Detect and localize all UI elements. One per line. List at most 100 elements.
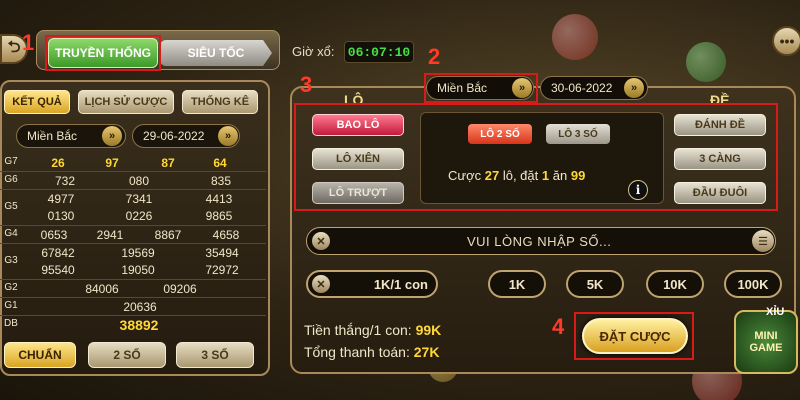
chevron-down-icon[interactable]: » bbox=[624, 78, 644, 98]
result-number: 7341 bbox=[125, 192, 153, 206]
result-number: 4413 bbox=[205, 192, 233, 206]
highlight-box-2 bbox=[424, 73, 538, 103]
draw-timer: 06:07:10 bbox=[344, 41, 414, 63]
lo-xien-button[interactable]: LÔ XIÊN bbox=[312, 148, 404, 170]
chat-icon: ••• bbox=[779, 33, 795, 49]
win-value: 99K bbox=[415, 322, 442, 338]
chevron-down-icon[interactable]: » bbox=[102, 126, 122, 146]
clear-amount-icon[interactable]: ✕ bbox=[312, 275, 330, 293]
row-label: G3 bbox=[4, 255, 18, 266]
row-label: G6 bbox=[4, 174, 18, 185]
bet-info-mid2: ăn bbox=[552, 168, 568, 183]
special-prize-number: 38892 bbox=[119, 317, 159, 333]
row-label: G7 bbox=[4, 156, 18, 167]
total-value: 27K bbox=[413, 344, 440, 360]
result-number: 0130 bbox=[47, 209, 75, 223]
result-number: 19569 bbox=[121, 246, 155, 260]
result-number: 0226 bbox=[125, 209, 153, 223]
table-row: DB 38892 bbox=[0, 316, 266, 334]
result-number: 0653 bbox=[40, 228, 68, 242]
tab-bet-history[interactable]: LỊCH SỬ CƯỢC bbox=[78, 90, 174, 114]
number-input[interactable]: VUI LÒNG NHẬP SỐ... bbox=[306, 227, 776, 255]
annotation-4: 4 bbox=[552, 314, 565, 339]
result-number: 2941 bbox=[96, 228, 124, 242]
info-icon[interactable]: i bbox=[628, 180, 648, 200]
chevron-down-icon[interactable]: » bbox=[218, 126, 238, 146]
tab-speed[interactable]: SIÊU TỐC bbox=[160, 40, 272, 66]
view-standard-button[interactable]: CHUẨN bbox=[4, 342, 76, 368]
result-number: 20636 bbox=[123, 300, 157, 314]
results-table: G7 26 97 87 64 G6 732 080 835 G5 4977 73… bbox=[0, 154, 266, 334]
result-number: 64 bbox=[213, 156, 227, 170]
result-number: 19050 bbox=[121, 263, 155, 277]
win-per-unit: Tiền thắng/1 con: 99K bbox=[304, 322, 441, 338]
result-number: 732 bbox=[54, 174, 76, 188]
dau-duoi-button[interactable]: ĐẦU ĐUÔI bbox=[674, 182, 766, 204]
chip-100k[interactable]: 100K bbox=[724, 270, 782, 298]
lo-3-so-option[interactable]: LÔ 3 SỐ bbox=[546, 124, 610, 144]
annotation-3: 3 bbox=[300, 72, 313, 97]
bet-info-mid: lô, đặt bbox=[502, 168, 539, 183]
table-row: G4 0653 2941 8867 4658 bbox=[0, 226, 266, 244]
lo-truot-button[interactable]: LÔ TRƯỢT bbox=[312, 182, 404, 204]
result-number: 835 bbox=[210, 174, 232, 188]
ball-decoration bbox=[552, 14, 598, 60]
table-row: G5 4977 7341 4413 0130 0226 9865 bbox=[0, 190, 266, 226]
row-label: G4 bbox=[4, 228, 18, 239]
row-label: DB bbox=[4, 318, 18, 329]
result-number: 4977 bbox=[47, 192, 75, 206]
annotation-2: 2 bbox=[428, 44, 441, 69]
row-label: G1 bbox=[4, 300, 18, 311]
result-number: 26 bbox=[51, 156, 65, 170]
danh-de-button[interactable]: ĐÁNH ĐỀ bbox=[674, 114, 766, 136]
tab-results[interactable]: KẾT QUẢ bbox=[4, 90, 70, 114]
chip-5k[interactable]: 5K bbox=[566, 270, 624, 298]
result-number: 09206 bbox=[163, 282, 197, 296]
table-row: G2 84006 09206 bbox=[0, 280, 266, 298]
results-region-value: Miền Bắc bbox=[27, 129, 78, 143]
view-2-digit-button[interactable]: 2 SỐ bbox=[88, 342, 166, 368]
total-payment: Tổng thanh toán: 27K bbox=[304, 344, 439, 360]
row-label: G5 bbox=[4, 201, 18, 212]
tab-statistics[interactable]: THỐNG KÊ bbox=[182, 90, 258, 114]
results-date-value: 29-06-2022 bbox=[143, 129, 205, 143]
bet-info-count: 27 bbox=[484, 168, 500, 183]
mini-game-label: MINI bbox=[754, 330, 778, 342]
lo-2-so-option[interactable]: LÔ 2 SỐ bbox=[468, 124, 532, 144]
result-number: 84006 bbox=[85, 282, 119, 296]
annotation-1: 1 bbox=[22, 30, 35, 55]
back-arrow-icon: ⮌ bbox=[7, 38, 21, 56]
xiu-label: XỈU bbox=[766, 306, 785, 318]
view-3-digit-button[interactable]: 3 SỐ bbox=[176, 342, 254, 368]
highlight-box-1 bbox=[45, 35, 161, 71]
win-label: Tiền thắng/1 con: bbox=[304, 322, 412, 338]
mini-game-label: GAME bbox=[749, 342, 783, 354]
number-input-placeholder: VUI LÒNG NHẬP SỐ... bbox=[467, 233, 612, 249]
result-number: 95540 bbox=[41, 263, 75, 277]
table-row: G6 732 080 835 bbox=[0, 172, 266, 190]
result-number: 67842 bbox=[41, 246, 75, 260]
highlight-box-4 bbox=[574, 312, 694, 360]
clear-number-icon[interactable]: ✕ bbox=[312, 232, 330, 250]
table-row: G3 67842 19569 35494 95540 19050 72972 bbox=[0, 244, 266, 280]
total-label: Tổng thanh toán: bbox=[304, 344, 410, 360]
result-number: 97 bbox=[105, 156, 119, 170]
bet-info-payout: 99 bbox=[570, 168, 586, 183]
chip-10k[interactable]: 10K bbox=[646, 270, 704, 298]
bet-date-value: 30-06-2022 bbox=[551, 81, 613, 95]
3-cang-button[interactable]: 3 CÀNG bbox=[674, 148, 766, 170]
chip-1k[interactable]: 1K bbox=[488, 270, 546, 298]
mini-game-button[interactable]: MINI GAME bbox=[734, 310, 798, 374]
result-number: 8867 bbox=[154, 228, 182, 242]
list-icon[interactable]: ☰ bbox=[752, 230, 774, 252]
chat-button[interactable]: ••• bbox=[772, 26, 800, 56]
result-number: 080 bbox=[128, 174, 150, 188]
result-number: 87 bbox=[161, 156, 175, 170]
result-number: 9865 bbox=[205, 209, 233, 223]
row-label: G2 bbox=[4, 282, 18, 293]
result-number: 4658 bbox=[212, 228, 240, 242]
draw-time-label: Giờ xổ: bbox=[292, 44, 335, 59]
table-row: G7 26 97 87 64 bbox=[0, 154, 266, 172]
result-number: 72972 bbox=[205, 263, 239, 277]
bao-lo-button[interactable]: BAO LÔ bbox=[312, 114, 404, 136]
